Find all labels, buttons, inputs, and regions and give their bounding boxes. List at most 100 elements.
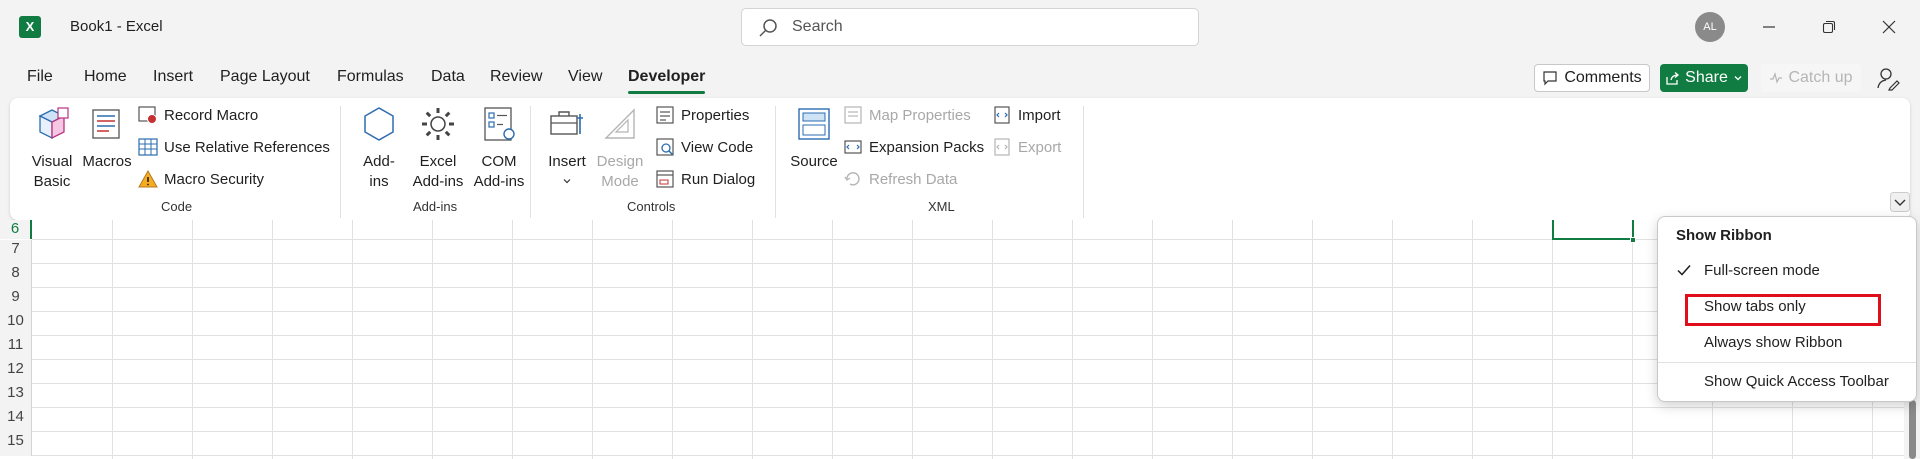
group-label-add-ins: Add-ins [413,199,458,214]
column-gridline [1552,220,1553,459]
design-mode-button[interactable]: Design Mode [595,104,645,192]
ribbon-panel: Visual Basic Macros Record Macro Use Rel… [10,98,1910,220]
com-add-ins-button[interactable]: COM Add-ins [468,104,530,192]
avatar[interactable]: AL [1695,12,1725,42]
visual-basic-button[interactable]: Visual Basic [26,104,78,192]
tab-home[interactable]: Home [84,68,127,86]
row-header[interactable]: 11 [0,336,32,360]
import-label: Import [1018,106,1061,124]
column-gridline [912,220,913,459]
scrollbar-thumb[interactable] [1909,400,1916,459]
row-gridline [32,455,1904,456]
row-header[interactable]: 15 [0,432,32,456]
row-header[interactable]: 12 [0,360,32,384]
row-gridline [32,383,1904,384]
row-gridline [32,287,1904,288]
feedback-icon[interactable] [1876,66,1902,92]
menu-item-always-show-ribbon[interactable]: Always show Ribbon [1658,326,1916,358]
macro-security-button[interactable]: Macro Security [138,167,264,191]
macros-icon [92,109,120,139]
minimize-button[interactable] [1746,8,1792,46]
run-dialog-button[interactable]: Run Dialog [655,167,755,191]
com-add-ins-label-2: Add-ins [473,173,525,190]
use-relative-references-button[interactable]: Use Relative References [138,135,330,159]
properties-label: Properties [681,106,750,124]
ribbon-display-options-icon[interactable] [1890,192,1910,212]
insert-control-button[interactable]: Insert [545,104,589,192]
column-gridline [352,220,353,459]
run-dialog-icon [656,170,674,188]
share-label: Share [1685,69,1728,86]
tab-page-layout[interactable]: Page Layout [220,68,310,86]
column-gridline [192,220,193,459]
comments-button[interactable]: Comments [1534,64,1650,92]
properties-button[interactable]: Properties [655,103,749,127]
chevron-down-icon [563,179,571,184]
view-code-button[interactable]: View Code [655,135,753,159]
expansion-packs-label: Expansion Packs [869,138,985,156]
row-header[interactable]: 8 [0,264,32,288]
row-header[interactable]: 7 [0,240,32,264]
source-button[interactable]: Source [787,104,841,172]
share-button[interactable]: Share [1660,64,1748,92]
tab-insert[interactable]: Insert [153,68,193,86]
checkmark-icon [1677,265,1691,276]
tab-data[interactable]: Data [431,68,465,86]
record-macro-label: Record Macro [164,106,259,124]
fill-handle[interactable] [1630,237,1636,243]
row-header[interactable]: 14 [0,408,32,432]
tab-review[interactable]: Review [490,68,542,86]
share-icon [1666,71,1680,85]
worksheet-grid[interactable]: 6 7 8 9 10 11 12 13 14 15 [0,220,1920,459]
tab-view[interactable]: View [568,68,602,86]
column-gridline [512,220,513,459]
menu-item-show-quick-access-toolbar[interactable]: Show Quick Access Toolbar [1658,365,1916,397]
run-dialog-label: Run Dialog [681,170,756,188]
catch-up-button[interactable]: Catch up [1761,64,1861,92]
refresh-data-button[interactable]: Refresh Data [843,167,957,191]
group-divider [775,106,776,218]
import-button[interactable]: Import [992,103,1061,127]
search-icon [759,19,777,37]
column-gridline [272,220,273,459]
row-gridline [32,263,1904,264]
use-relative-references-label: Use Relative References [164,138,330,156]
menu-item-full-screen-mode[interactable]: Full-screen mode [1658,254,1916,286]
excel-add-ins-button[interactable]: Excel Add-ins [408,104,468,192]
close-button[interactable] [1866,8,1912,46]
refresh-data-label: Refresh Data [869,170,958,188]
active-cell[interactable] [1552,220,1634,240]
restore-button[interactable] [1806,8,1852,46]
tab-file[interactable]: File [27,68,53,86]
group-divider [1083,106,1084,218]
macros-label: Macros [82,153,132,170]
comment-icon [1543,71,1557,86]
column-gridline [1312,220,1313,459]
source-label: Source [790,153,838,170]
add-ins-button[interactable]: Add- ins [355,104,403,192]
row-header[interactable]: 9 [0,288,32,312]
search-box[interactable] [741,8,1199,46]
map-properties-button[interactable]: Map Properties [843,103,971,127]
menu-item-label: Always show Ribbon [1704,334,1843,351]
expansion-packs-button[interactable]: Expansion Packs [843,135,984,159]
search-input[interactable] [792,15,1182,39]
menu-item-label: Full-screen mode [1704,262,1820,279]
tab-formulas[interactable]: Formulas [337,68,404,86]
column-gridline [592,220,593,459]
design-mode-label-1: Design [596,153,644,170]
row-gridline [32,335,1904,336]
macros-button[interactable]: Macros [80,104,134,172]
record-macro-button[interactable]: Record Macro [138,103,258,127]
export-button[interactable]: Export [992,135,1061,159]
group-divider [340,106,341,218]
ribbon-tabs: File Home Insert Page Layout Formulas Da… [0,54,1920,98]
highlight-annotation [1685,294,1881,326]
row-header[interactable]: 13 [0,384,32,408]
tab-developer[interactable]: Developer [628,68,706,94]
row-gridline [32,407,1904,408]
import-icon [994,106,1010,124]
row-header[interactable]: 10 [0,312,32,336]
row-header[interactable]: 6 [0,220,32,239]
excel-add-ins-label-1: Excel [419,153,457,170]
